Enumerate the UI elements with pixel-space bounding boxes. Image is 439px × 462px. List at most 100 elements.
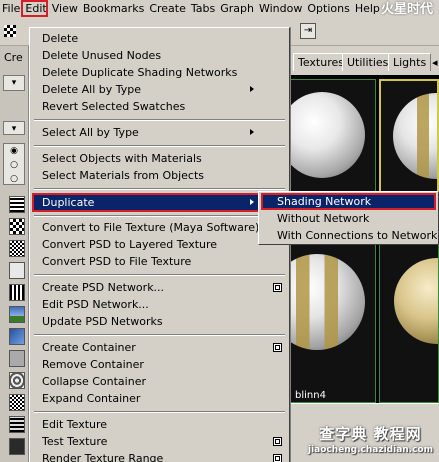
menu-item-label: Collapse Container	[42, 375, 146, 388]
menu-create[interactable]: Create	[147, 0, 189, 18]
menu-item-label: Select Objects with Materials	[42, 152, 202, 165]
option-box-icon[interactable]	[273, 454, 282, 462]
texture-thumb[interactable]	[9, 350, 25, 367]
material-sphere	[291, 92, 365, 178]
menu-item-label: Render Texture Range	[42, 452, 164, 462]
menu-item-label: Delete All by Type	[42, 83, 142, 96]
watermark-url: jiaocheng.chazidian.com	[307, 445, 433, 455]
menu-item-expand-container[interactable]: Expand Container	[32, 390, 287, 407]
texture-thumb[interactable]	[9, 416, 25, 433]
menu-separator	[34, 215, 285, 217]
graph-toolbar-icon[interactable]: ⇥	[300, 23, 316, 39]
menu-item-label: Convert PSD to File Texture	[42, 255, 192, 268]
material-sphere	[393, 93, 437, 179]
menu-item-create-psd-network[interactable]: Create PSD Network...	[32, 279, 287, 296]
menu-item-label: Duplicate	[42, 196, 95, 209]
menu-item-label: Revert Selected Swatches	[42, 100, 186, 113]
menu-item-create-container[interactable]: Create Container	[32, 339, 287, 356]
option-box-icon[interactable]	[273, 343, 282, 352]
menu-item-duplicate[interactable]: Duplicate	[32, 193, 287, 212]
menu-item-convert-to-file-texture[interactable]: Convert to File Texture (Maya Software)	[32, 219, 287, 236]
menu-window[interactable]: Window	[257, 0, 305, 18]
menu-item-remove-container[interactable]: Remove Container	[32, 356, 287, 373]
menu-item-label: Create PSD Network...	[42, 281, 165, 294]
menu-item-test-texture[interactable]: Test Texture	[32, 433, 287, 450]
menu-item-update-psd-networks[interactable]: Update PSD Networks	[32, 313, 287, 330]
menu-item-delete[interactable]: Delete	[32, 30, 287, 47]
create-panel: Cre ▾ ▾ ◉ ○ ○	[0, 46, 29, 462]
menu-separator	[34, 145, 285, 147]
menu-item-convert-psd-to-file-texture[interactable]: Convert PSD to File Texture	[32, 253, 287, 270]
menu-item-label: Delete Unused Nodes	[42, 49, 162, 62]
menu-graph[interactable]: Graph	[218, 0, 257, 18]
submenu-item-with-connections-to-network[interactable]: With Connections to Network	[261, 227, 438, 244]
menu-item-collapse-container[interactable]: Collapse Container	[32, 373, 287, 390]
edit-menu: Delete Delete Unused Nodes Delete Duplic…	[29, 27, 290, 462]
option-box-icon[interactable]	[273, 283, 282, 292]
submenu-arrow-icon	[250, 86, 254, 92]
collapse-toggle[interactable]: ▾	[3, 121, 25, 135]
menu-item-label: Delete	[42, 32, 79, 45]
texture-thumb[interactable]	[9, 306, 25, 323]
watermark-title: 查字典 教程网	[319, 425, 422, 443]
menu-item-revert-selected-swatches[interactable]: Revert Selected Swatches	[32, 98, 287, 115]
tab-scroll-arrow[interactable]: ◂	[432, 56, 438, 69]
texture-thumb[interactable]	[9, 394, 25, 411]
texture-thumb[interactable]	[9, 328, 25, 345]
menu-item-render-texture-range[interactable]: Render Texture Range	[32, 450, 287, 462]
swatch-label: blinn4	[295, 390, 326, 401]
submenu-item-without-network[interactable]: Without Network	[261, 210, 436, 227]
submenu-arrow-icon	[250, 199, 254, 205]
create-tab-label[interactable]: Cre	[4, 51, 23, 64]
menu-bookmarks[interactable]: Bookmarks	[81, 0, 147, 18]
menu-item-select-all-by-type[interactable]: Select All by Type	[32, 124, 287, 141]
texture-thumb[interactable]	[9, 262, 25, 279]
submenu-arrow-icon	[250, 129, 254, 135]
submenu-item-label: With Connections to Network	[277, 229, 438, 242]
material-swatch[interactable]	[379, 243, 439, 403]
menu-view[interactable]: View	[50, 0, 81, 18]
menu-item-label: Delete Duplicate Shading Networks	[42, 66, 238, 79]
menu-item-label: Expand Container	[42, 392, 141, 405]
option-box-icon[interactable]	[273, 437, 282, 446]
material-swatch[interactable]: blinn4	[290, 243, 376, 403]
menu-item-convert-psd-to-layered-texture[interactable]: Convert PSD to Layered Texture	[32, 236, 287, 253]
menu-item-label: Create Container	[42, 341, 136, 354]
radio-group[interactable]: ◉ ○ ○	[3, 143, 25, 185]
submenu-item-shading-network[interactable]: Shading Network	[261, 193, 436, 210]
checker-icon[interactable]	[4, 25, 16, 37]
texture-thumb[interactable]	[9, 196, 25, 213]
menu-item-label: Test Texture	[42, 435, 108, 448]
menu-tabs[interactable]: Tabs	[189, 0, 218, 18]
menu-item-select-objects-with-materials[interactable]: Select Objects with Materials	[32, 150, 287, 167]
material-sphere	[394, 258, 438, 344]
site-logo: 火星时代	[380, 2, 433, 17]
menu-item-label: Select All by Type	[42, 126, 139, 139]
menu-item-label: Convert to File Texture (Maya Software)	[42, 221, 260, 234]
tab-lights[interactable]: Lights	[388, 53, 432, 71]
texture-thumb[interactable]	[9, 240, 25, 257]
tab-utilities[interactable]: Utilities	[342, 53, 394, 71]
tab-textures[interactable]: Textures	[293, 53, 349, 71]
menu-item-delete-all-by-type[interactable]: Delete All by Type	[32, 81, 287, 98]
swatch-scrollbar[interactable]	[289, 403, 439, 424]
create-dropdown[interactable]: ▾	[3, 75, 25, 91]
menu-item-delete-duplicate-shading-networks[interactable]: Delete Duplicate Shading Networks	[32, 64, 287, 81]
menu-separator	[34, 411, 285, 413]
menu-edit[interactable]: Edit	[21, 0, 49, 18]
menu-item-delete-unused-nodes[interactable]: Delete Unused Nodes	[32, 47, 287, 64]
menu-separator	[34, 274, 285, 276]
menu-file[interactable]: File	[0, 0, 23, 18]
duplicate-submenu: Shading Network Without Network With Con…	[258, 191, 439, 245]
texture-thumb[interactable]	[9, 218, 25, 235]
menu-item-edit-texture[interactable]: Edit Texture	[32, 416, 287, 433]
edit-highlight-box	[21, 0, 49, 17]
menu-options[interactable]: Options	[305, 0, 352, 18]
texture-thumb[interactable]	[9, 372, 25, 389]
menu-item-edit-psd-network[interactable]: Edit PSD Network...	[32, 296, 287, 313]
texture-thumb[interactable]	[9, 284, 25, 301]
menu-item-label: Convert PSD to Layered Texture	[42, 238, 218, 251]
menu-item-select-materials-from-objects[interactable]: Select Materials from Objects	[32, 167, 287, 184]
menu-separator	[34, 119, 285, 121]
texture-thumb[interactable]	[9, 438, 25, 455]
